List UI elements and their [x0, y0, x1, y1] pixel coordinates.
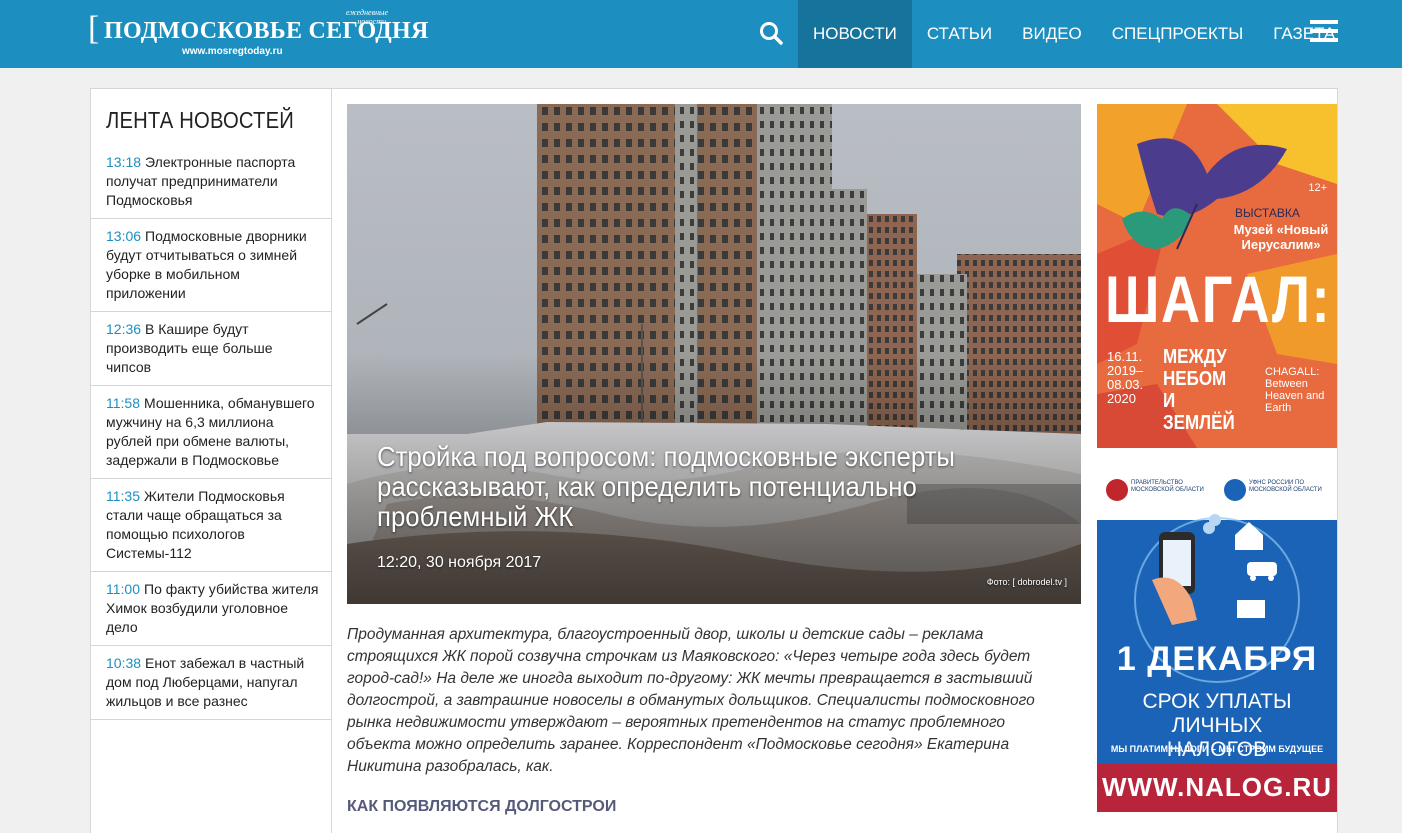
ad2-url: WWW.NALOG.RU — [1101, 772, 1333, 802]
feed-item-time: 12:36 — [106, 321, 142, 337]
article-hero[interactable]: Стройка под вопросом: подмосковные экспе… — [347, 104, 1081, 604]
feed-item-time: 13:06 — [106, 228, 142, 244]
chagall-exhibition-banner[interactable]: 12+ ВЫСТАВКА Музей «Новый Иерусалим» ШАГ… — [1097, 104, 1337, 448]
feed-item[interactable]: 10:38 Енот забежал в частный дом под Любе… — [91, 646, 331, 720]
nav-articles[interactable]: СТАТЬИ — [912, 0, 1007, 68]
logo-tagline: ежедневные новости. — [345, 8, 388, 26]
ad1-title: ШАГАЛ: — [1105, 262, 1332, 336]
news-feed: ЛЕНТА НОВОСТЕЙ 13:18 Электронные паспорта… — [91, 89, 332, 833]
feed-item[interactable]: 11:35 Жители Подмосковья стали чаще обращ… — [91, 479, 331, 572]
feed-item-time: 11:35 — [106, 488, 140, 504]
ad1-dates: 16.11. 2019– 08.03. 2020 — [1107, 349, 1144, 406]
main-container: ЛЕНТА НОВОСТЕЙ 13:18 Электронные паспорта… — [90, 88, 1338, 833]
tax-payment-banner[interactable]: ПРАВИТЕЛЬСТВО МОСКОВСКОЙ ОБЛАСТИ УФНС РО… — [1097, 470, 1337, 812]
ad1-museum: Музей «Новый Иерусалим» — [1233, 222, 1329, 252]
feed-item-time: 10:38 — [106, 655, 142, 671]
feed-item[interactable]: 13:18 Электронные паспорта получат предпр… — [91, 145, 331, 219]
feed-item[interactable]: 13:06 Подмосковные дворники будут отчитыв… — [91, 219, 331, 312]
ad2-slogan: МЫ ПЛАТИМ НАЛОГИ – МЫ СТРОИМ БУДУЩЕЕ — [1110, 744, 1324, 754]
ad1-subtitle: МЕЖДУ НЕБОМ И ЗЕМЛЁЙ — [1163, 346, 1235, 434]
feed-item[interactable]: 12:36 В Кашире будут производить еще боль… — [91, 312, 331, 386]
nav-news[interactable]: НОВОСТИ — [798, 0, 912, 68]
article-title[interactable]: Стройка под вопросом: подмосковные экспе… — [377, 442, 975, 532]
site-logo[interactable]: [ ПОДМОСКОВЬЕ СЕГОДНЯ ежедневные новости… — [88, 8, 428, 60]
main-nav: НОВОСТИ СТАТЬИ ВИДЕО СПЕЦПРОЕКТЫ ГАЗЕТА — [798, 0, 1350, 68]
nav-special-projects[interactable]: СПЕЦПРОЕКТЫ — [1097, 0, 1259, 68]
ad1-age: 12+ — [1308, 182, 1327, 194]
photo-credit: Фото: [ dobrodel.tv ] — [986, 577, 1067, 587]
search-button[interactable] — [752, 14, 792, 54]
ads-column: 12+ ВЫСТАВКА Музей «Новый Иерусалим» ШАГ… — [1097, 104, 1337, 812]
ad2-org-left: ПРАВИТЕЛЬСТВО МОСКОВСКОЙ ОБЛАСТИ — [1131, 480, 1204, 493]
nav-video[interactable]: ВИДЕО — [1007, 0, 1097, 68]
logo-url: www.mosregtoday.ru — [182, 46, 283, 57]
feed-item-time: 11:58 — [106, 395, 140, 411]
feed-item[interactable]: 11:58 Мошенника, обманувшего мужчину на 6… — [91, 386, 331, 479]
article-lead: Продуманная архитектура, благоустроенный… — [347, 626, 1035, 775]
ad2-org-right: УФНС РОССИИ ПО МОСКОВСКОЙ ОБЛАСТИ — [1249, 480, 1322, 493]
article-date: 12:20, 30 ноября 2017 — [377, 554, 542, 571]
search-icon — [760, 22, 783, 45]
feed-list: 13:18 Электронные паспорта получат предпр… — [91, 145, 331, 720]
main-article: Стройка под вопросом: подмосковные экспе… — [347, 104, 1081, 816]
ad1-en: CHAGALL: Between Heaven and Earth — [1265, 366, 1325, 414]
logo-bracket: [ — [88, 10, 100, 47]
ad2-big: 1 ДЕКАБРЯ — [1116, 640, 1318, 678]
ad1-label: ВЫСТАВКА — [1235, 206, 1300, 220]
feed-title: ЛЕНТА НОВОСТЕЙ — [106, 107, 294, 133]
hamburger-menu-icon[interactable] — [1310, 20, 1338, 46]
feed-item-time: 11:00 — [106, 581, 140, 597]
feed-item-time: 13:18 — [106, 154, 142, 170]
feed-item[interactable]: 11:00 По факту убийства жителя Химок возб… — [91, 572, 331, 646]
article-subhead: КАК ПОЯВЛЯЮТСЯ ДОЛГОСТРОИ — [347, 798, 617, 815]
site-header: [ ПОДМОСКОВЬЕ СЕГОДНЯ ежедневные новости… — [0, 0, 1402, 68]
